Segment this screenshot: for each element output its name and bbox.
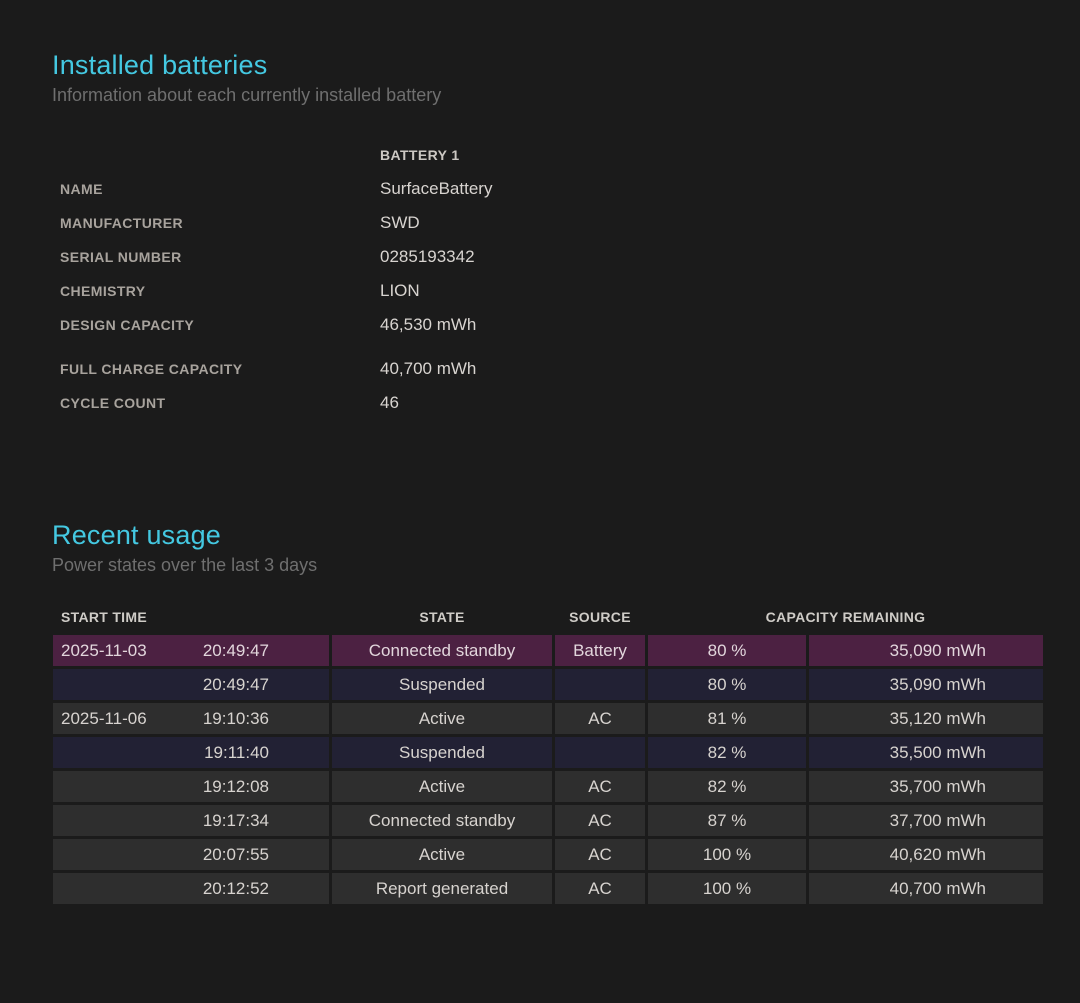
battery-info-label: FULL CHARGE CAPACITY: [60, 361, 380, 377]
cell-start-time: 20:49:47: [53, 669, 329, 700]
battery-info-value: SWD: [380, 213, 420, 233]
cell-source: AC: [555, 839, 645, 870]
battery-info-value: LION: [380, 281, 420, 301]
cell-mwh: 35,700 mWh: [809, 771, 1043, 802]
start-time: 19:11:40: [204, 743, 269, 763]
cell-percent: 80 %: [648, 635, 806, 666]
start-time: 20:49:47: [203, 641, 269, 661]
cell-start-time: 20:07:55: [53, 839, 329, 870]
battery-info-label: DESIGN CAPACITY: [60, 317, 380, 333]
cell-percent: 82 %: [648, 771, 806, 802]
cell-source: AC: [555, 805, 645, 836]
column-header-capacity-remaining: CAPACITY REMAINING: [648, 609, 1043, 625]
cell-mwh: 35,090 mWh: [809, 635, 1043, 666]
installed-batteries-subtitle: Information about each currently install…: [52, 85, 1080, 106]
installed-batteries-section: Installed batteries Information about ea…: [0, 50, 1080, 420]
battery-info-table: BATTERY 1 NAMESurfaceBatteryMANUFACTURER…: [60, 138, 1080, 420]
cell-mwh: 40,700 mWh: [809, 873, 1043, 904]
battery-column-header-row: BATTERY 1: [60, 138, 1080, 172]
cell-mwh: 35,090 mWh: [809, 669, 1043, 700]
usage-table-row: 20:07:55 ActiveAC100 %40,620 mWh: [53, 839, 1043, 870]
battery-info-value: 46: [380, 393, 399, 413]
start-time: 20:12:52: [203, 879, 269, 899]
column-header-start-time: START TIME: [53, 609, 329, 625]
cell-percent: 100 %: [648, 839, 806, 870]
column-header-state: STATE: [332, 609, 552, 625]
column-header-source: SOURCE: [555, 609, 645, 625]
cell-mwh: 35,500 mWh: [809, 737, 1043, 768]
battery-info-value: 40,700 mWh: [380, 359, 476, 379]
usage-table: START TIME STATE SOURCE CAPACITY REMAINI…: [53, 602, 1043, 904]
cell-start-time: 2025-11-03 20:49:47: [53, 635, 329, 666]
battery-info-row: FULL CHARGE CAPACITY40,700 mWh: [60, 352, 1080, 386]
usage-table-header: START TIME STATE SOURCE CAPACITY REMAINI…: [53, 602, 1043, 632]
cell-state: Connected standby: [332, 635, 552, 666]
usage-table-row: 20:49:47 Suspended 80 %35,090 mWh: [53, 669, 1043, 700]
cell-state: Suspended: [332, 737, 552, 768]
battery-info-label: MANUFACTURER: [60, 215, 380, 231]
cell-state: Active: [332, 771, 552, 802]
battery-info-label: NAME: [60, 181, 380, 197]
cell-source: Battery: [555, 635, 645, 666]
start-time: 19:10:36: [203, 709, 269, 729]
cell-source: [555, 669, 645, 700]
battery-info-row: CHEMISTRYLION: [60, 274, 1080, 308]
cell-source: [555, 737, 645, 768]
cell-start-time: 2025-11-06 19:10:36: [53, 703, 329, 734]
cell-start-time: 19:12:08: [53, 771, 329, 802]
battery-info-row: MANUFACTURERSWD: [60, 206, 1080, 240]
battery-info-value: 0285193342: [380, 247, 475, 267]
cell-percent: 80 %: [648, 669, 806, 700]
battery-info-row: NAMESurfaceBattery: [60, 172, 1080, 206]
usage-table-row: 2025-11-03 20:49:47 Connected standbyBatte…: [53, 635, 1043, 666]
recent-usage-subtitle: Power states over the last 3 days: [52, 555, 1080, 576]
recent-usage-section: Recent usage Power states over the last …: [0, 520, 1080, 904]
usage-table-rows: 2025-11-0320:49:47Connected standbyBatte…: [53, 635, 1043, 904]
battery-info-label: CHEMISTRY: [60, 283, 380, 299]
cell-state: Suspended: [332, 669, 552, 700]
usage-table-row: 19:17:34 Connected standbyAC87 %37,700 mW…: [53, 805, 1043, 836]
installed-batteries-title: Installed batteries: [52, 50, 1080, 81]
start-time: 20:07:55: [203, 845, 269, 865]
cell-state: Connected standby: [332, 805, 552, 836]
battery-1-column-header: BATTERY 1: [380, 147, 460, 163]
cell-percent: 82 %: [648, 737, 806, 768]
cell-source: AC: [555, 873, 645, 904]
battery-info-row: SERIAL NUMBER0285193342: [60, 240, 1080, 274]
cell-mwh: 37,700 mWh: [809, 805, 1043, 836]
cell-mwh: 40,620 mWh: [809, 839, 1043, 870]
usage-table-row: 19:12:08 ActiveAC82 %35,700 mWh: [53, 771, 1043, 802]
recent-usage-title: Recent usage: [52, 520, 1080, 551]
battery-info-row: CYCLE COUNT46: [60, 386, 1080, 420]
start-date: 2025-11-03: [61, 641, 147, 661]
battery-info-rows: NAMESurfaceBatteryMANUFACTURERSWDSERIAL …: [60, 172, 1080, 420]
cell-percent: 100 %: [648, 873, 806, 904]
battery-info-value: SurfaceBattery: [380, 179, 492, 199]
cell-state: Report generated: [332, 873, 552, 904]
cell-percent: 87 %: [648, 805, 806, 836]
start-time: 19:12:08: [203, 777, 269, 797]
cell-state: Active: [332, 703, 552, 734]
usage-table-row: 19:11:40 Suspended 82 %35,500 mWh: [53, 737, 1043, 768]
cell-source: AC: [555, 703, 645, 734]
cell-state: Active: [332, 839, 552, 870]
cell-start-time: 19:11:40: [53, 737, 329, 768]
usage-table-row: 20:12:52 Report generatedAC100 %40,700 mW…: [53, 873, 1043, 904]
battery-info-value: 46,530 mWh: [380, 315, 476, 335]
cell-start-time: 20:12:52: [53, 873, 329, 904]
battery-info-label: SERIAL NUMBER: [60, 249, 380, 265]
start-time: 20:49:47: [203, 675, 269, 695]
start-date: 2025-11-06: [61, 709, 147, 729]
usage-table-row: 2025-11-06 19:10:36 ActiveAC81 %35,120 mWh: [53, 703, 1043, 734]
cell-source: AC: [555, 771, 645, 802]
cell-start-time: 19:17:34: [53, 805, 329, 836]
battery-report-page: Installed batteries Information about ea…: [0, 0, 1080, 904]
start-time: 19:17:34: [203, 811, 269, 831]
battery-info-row: DESIGN CAPACITY46,530 mWh: [60, 308, 1080, 342]
cell-mwh: 35,120 mWh: [809, 703, 1043, 734]
cell-percent: 81 %: [648, 703, 806, 734]
battery-info-label: CYCLE COUNT: [60, 395, 380, 411]
